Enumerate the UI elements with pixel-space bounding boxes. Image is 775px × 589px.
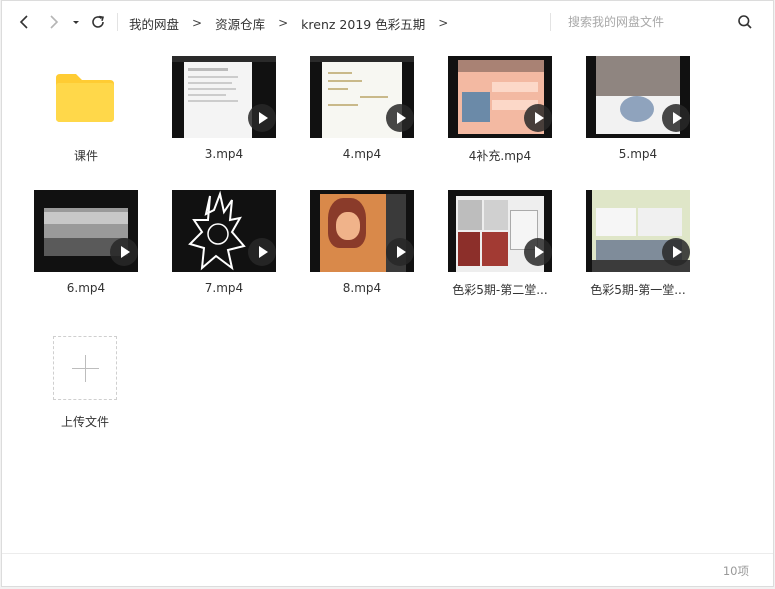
- play-icon: [662, 104, 690, 132]
- item-name: 6.mp4: [66, 281, 106, 295]
- item-name: 色彩5期-第一堂...: [590, 283, 686, 297]
- chevron-left-icon: [19, 15, 28, 29]
- breadcrumb-separator: >: [278, 16, 289, 30]
- file-item[interactable]: 4补充.mp4: [426, 56, 556, 176]
- refresh-button[interactable]: [89, 13, 107, 31]
- video-thumbnail: [310, 190, 414, 272]
- play-icon: [662, 238, 690, 266]
- file-item[interactable]: 6.mp4: [12, 190, 142, 310]
- search-input[interactable]: [562, 11, 734, 33]
- play-icon: [248, 104, 276, 132]
- play-icon: [110, 238, 138, 266]
- item-name: 8.mp4: [342, 281, 382, 295]
- history-dropdown-button[interactable]: [70, 13, 82, 31]
- breadcrumb-separator[interactable]: >: [438, 16, 448, 30]
- item-count: 10项: [722, 564, 749, 578]
- file-item[interactable]: 色彩5期-第一堂...: [564, 190, 694, 310]
- item-name: 4.mp4: [342, 147, 382, 161]
- play-icon: [524, 238, 552, 266]
- status-bar-divider: [2, 553, 773, 554]
- video-thumbnail: [586, 190, 690, 272]
- breadcrumb: 我的网盘 > 资源仓库 > krenz 2019 色彩五期 >: [129, 14, 461, 32]
- file-browser-window: 我的网盘 > 资源仓库 > krenz 2019 色彩五期 > 课件: [1, 0, 774, 587]
- chevron-right-icon: [50, 15, 59, 29]
- item-name: 色彩5期-第二堂...: [452, 283, 548, 297]
- breadcrumb-item-resources[interactable]: 资源仓库: [215, 14, 265, 33]
- breadcrumb-item-my-drive[interactable]: 我的网盘: [129, 14, 179, 33]
- play-icon: [386, 238, 414, 266]
- item-name: 课件: [73, 149, 98, 163]
- video-thumbnail: [310, 56, 414, 138]
- search-icon: [738, 15, 752, 29]
- toolbar: 我的网盘 > 资源仓库 > krenz 2019 色彩五期 >: [2, 1, 773, 43]
- folder-icon: [56, 74, 114, 122]
- item-name: 4补充.mp4: [468, 149, 532, 163]
- video-thumbnail: [586, 56, 690, 138]
- folder-item[interactable]: 课件: [2, 56, 132, 176]
- file-item[interactable]: 5.mp4: [564, 56, 694, 176]
- item-name: 7.mp4: [204, 281, 244, 295]
- upload-file-label[interactable]: 上传文件: [11, 413, 159, 430]
- video-thumbnail: [448, 56, 552, 138]
- upload-file-button[interactable]: [53, 336, 117, 400]
- file-item[interactable]: 3.mp4: [150, 56, 280, 176]
- back-button[interactable]: [16, 13, 34, 31]
- breadcrumb-separator: >: [192, 16, 203, 30]
- file-item[interactable]: 8.mp4: [288, 190, 418, 310]
- play-icon: [248, 238, 276, 266]
- file-item[interactable]: 色彩5期-第二堂...: [426, 190, 556, 310]
- file-item[interactable]: 4.mp4: [288, 56, 418, 176]
- video-thumbnail: [172, 190, 276, 272]
- video-thumbnail: [172, 56, 276, 138]
- forward-button[interactable]: [44, 13, 62, 31]
- video-thumbnail: [448, 190, 552, 272]
- search-button[interactable]: [737, 14, 753, 30]
- refresh-icon: [92, 15, 105, 28]
- item-name: 3.mp4: [204, 147, 244, 161]
- search-divider: [550, 13, 551, 31]
- play-icon: [524, 104, 552, 132]
- item-name: 5.mp4: [618, 147, 658, 161]
- video-thumbnail: [34, 190, 138, 272]
- caret-down-icon: [73, 21, 79, 24]
- breadcrumb-item-current-folder[interactable]: krenz 2019 色彩五期: [301, 14, 425, 33]
- play-icon: [386, 104, 414, 132]
- file-item[interactable]: 7.mp4: [150, 190, 280, 310]
- toolbar-divider: [117, 13, 118, 31]
